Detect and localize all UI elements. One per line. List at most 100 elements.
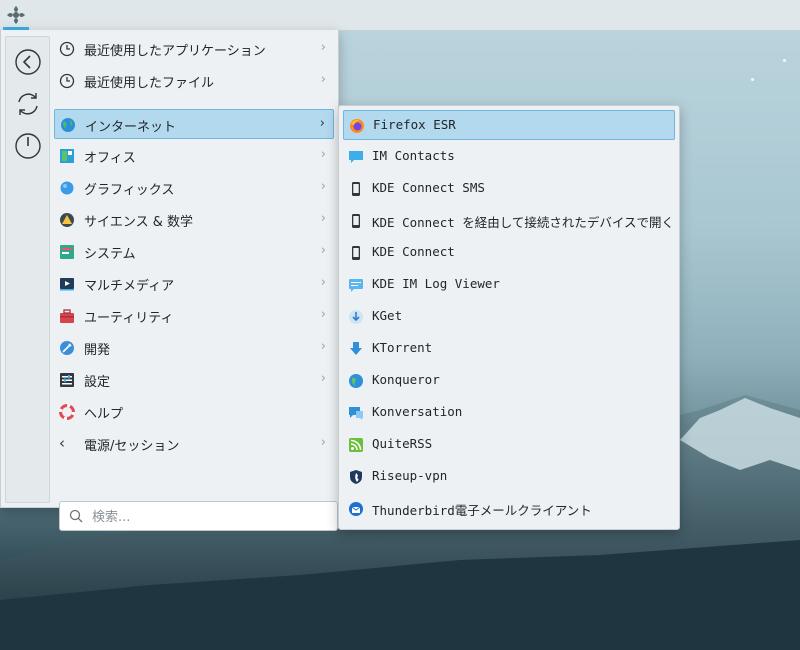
app-item-firefox-esr[interactable]: Firefox ESR <box>343 110 675 140</box>
chevron-right-icon: › <box>320 211 326 226</box>
internet-submenu: Firefox ESR IM Contacts KDE Connect SMS … <box>338 105 680 530</box>
chevron-right-icon: › <box>320 435 326 450</box>
app-label: KDE Connect <box>372 244 455 259</box>
phone-icon <box>352 246 360 260</box>
category-utilities[interactable]: ユーティリティ › <box>54 301 334 331</box>
search-input[interactable] <box>90 507 334 527</box>
category-office[interactable]: オフィス › <box>54 141 334 171</box>
konqueror-icon <box>349 374 363 388</box>
category-multimedia[interactable]: マルチメディア › <box>54 269 334 299</box>
system-icon <box>60 245 74 259</box>
category-label: インターネット <box>85 120 177 135</box>
search-field[interactable] <box>59 501 338 531</box>
app-item-konversation[interactable]: Konversation <box>343 398 675 428</box>
vpn-shield-icon <box>350 470 362 484</box>
app-item-thunderbird[interactable]: Thunderbird電子メールクライアント <box>343 494 675 524</box>
app-label: Thunderbird電子メールクライアント <box>372 503 592 518</box>
clock-icon <box>59 41 75 57</box>
category-label: マルチメディア <box>84 279 175 294</box>
chevron-right-icon: › <box>320 307 326 322</box>
category-internet[interactable]: インターネット › <box>54 109 334 139</box>
toolbox-icon <box>60 309 74 323</box>
lifebuoy-icon <box>59 404 75 420</box>
rss-icon <box>349 438 363 452</box>
power-button[interactable] <box>13 131 43 161</box>
category-help[interactable]: ヘルプ <box>54 397 334 427</box>
category-label: 設定 <box>84 375 111 390</box>
app-item-kde-connect-sms[interactable]: KDE Connect SMS <box>343 174 675 204</box>
development-icon <box>60 341 74 355</box>
chevron-right-icon: › <box>320 243 326 258</box>
app-label: Konqueror <box>372 372 440 387</box>
app-label: KDE Connect を経由して接続されたデバイスで開く <box>372 215 675 230</box>
app-label: KDE IM Log Viewer <box>372 276 500 291</box>
star <box>783 59 786 62</box>
refresh-icon <box>18 93 38 115</box>
star <box>751 78 754 81</box>
chevron-right-icon: › <box>319 116 325 131</box>
category-science-math[interactable]: サイエンス & 数学 › <box>54 205 334 235</box>
category-settings[interactable]: 設定 › <box>54 365 334 395</box>
phone-icon <box>352 182 360 196</box>
category-graphics[interactable]: グラフィックス › <box>54 173 334 203</box>
phone-icon <box>352 214 360 228</box>
chat-icon <box>349 151 363 163</box>
application-menu: 最近使用したアプリケーション › 最近使用したファイル › インターネット › … <box>0 30 339 531</box>
app-item-kget[interactable]: KGet <box>343 302 675 332</box>
app-item-kde-connect[interactable]: KDE Connect <box>343 238 675 268</box>
category-power-session[interactable]: ‹ 電源/セッション › <box>54 429 334 459</box>
multimedia-icon <box>60 278 74 291</box>
app-item-ktorrent[interactable]: KTorrent <box>343 334 675 364</box>
app-item-im-contacts[interactable]: IM Contacts <box>343 142 675 172</box>
application-launcher-button[interactable] <box>3 2 29 28</box>
app-item-quiterss[interactable]: QuiteRSS <box>343 430 675 460</box>
chevron-right-icon: › <box>320 40 326 55</box>
app-label: Firefox ESR <box>373 117 456 132</box>
log-viewer-icon <box>349 279 363 292</box>
category-development[interactable]: 開発 › <box>54 333 334 363</box>
category-label: グラフィックス <box>84 183 175 198</box>
globe-icon <box>61 118 75 132</box>
chevron-left-icon: ‹ <box>59 434 65 452</box>
category-recent-files[interactable]: 最近使用したファイル › <box>54 66 334 96</box>
category-label: システム <box>84 247 136 262</box>
top-panel <box>0 0 800 31</box>
category-label: ヘルプ <box>84 407 124 422</box>
back-button[interactable] <box>13 47 43 77</box>
app-label: IM Contacts <box>372 148 455 163</box>
app-label: Konversation <box>372 404 463 419</box>
app-label: Riseup-vpn <box>372 468 448 483</box>
power-icon <box>15 133 41 159</box>
app-item-konqueror[interactable]: Konqueror <box>343 366 675 396</box>
chevron-right-icon: › <box>320 371 326 386</box>
launcher-logo-icon <box>7 6 25 24</box>
konversation-icon <box>349 407 363 420</box>
search-icon <box>69 509 83 523</box>
category-label: 最近使用したアプリケーション <box>84 44 266 59</box>
clock-icon <box>59 73 75 89</box>
app-item-kde-connect-open[interactable]: KDE Connect を経由して接続されたデバイスで開く <box>343 206 675 236</box>
chevron-right-icon: › <box>320 275 326 290</box>
category-label: ユーティリティ <box>84 311 174 326</box>
category-label: 最近使用したファイル <box>84 76 215 91</box>
chevron-right-icon: › <box>320 147 326 162</box>
refresh-button[interactable] <box>13 89 43 119</box>
settings-icon <box>60 373 74 387</box>
kget-icon <box>349 310 363 324</box>
firefox-icon <box>350 119 364 133</box>
app-item-riseup-vpn[interactable]: Riseup-vpn <box>343 462 675 492</box>
category-label: 電源/セッション <box>84 439 180 454</box>
office-icon <box>60 149 74 163</box>
app-label: KDE Connect SMS <box>372 180 485 195</box>
category-label: 開発 <box>84 343 111 358</box>
category-label: サイエンス & 数学 <box>84 215 194 230</box>
science-icon <box>60 213 74 227</box>
thunderbird-icon <box>349 502 363 516</box>
chevron-right-icon: › <box>320 339 326 354</box>
chevron-right-icon: › <box>320 72 326 87</box>
category-system[interactable]: システム › <box>54 237 334 267</box>
category-recent-applications[interactable]: 最近使用したアプリケーション › <box>54 34 334 64</box>
app-label: KTorrent <box>372 340 433 355</box>
app-item-kde-im-log-viewer[interactable]: KDE IM Log Viewer <box>343 270 675 300</box>
ktorrent-icon <box>350 342 362 355</box>
